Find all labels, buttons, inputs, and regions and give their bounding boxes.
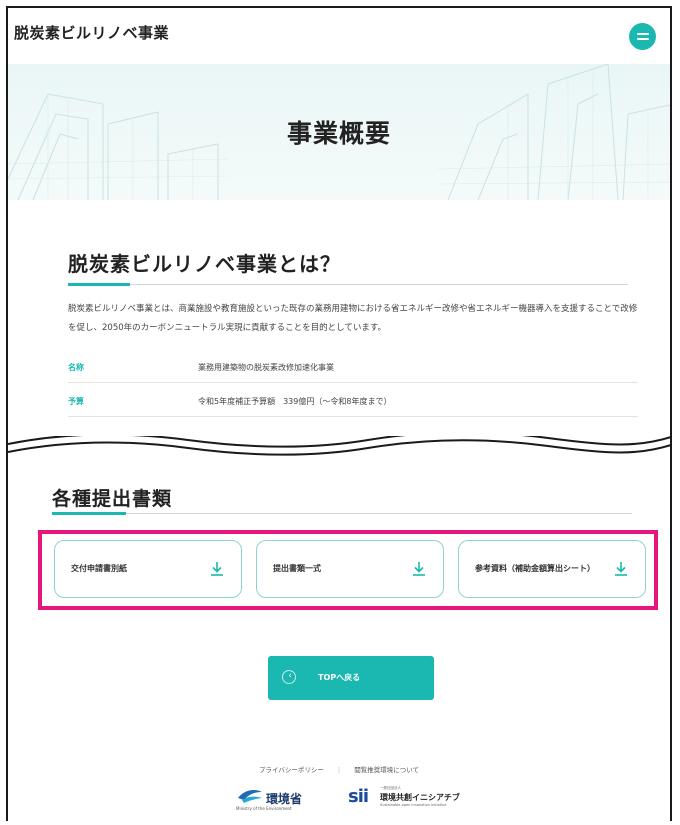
footer-logos: 環境省 Ministry of the Environment sii 一般社団… bbox=[8, 784, 670, 814]
heading-underline bbox=[68, 283, 628, 286]
download-button-reference[interactable]: 参考資料（補助金額算出シート） bbox=[458, 540, 646, 598]
footer-links: プライバシーポリシー | 閲覧推奨環境について bbox=[8, 764, 670, 774]
download-button-submission-set[interactable]: 提出書類一式 bbox=[256, 540, 444, 598]
info-label: 予算 bbox=[68, 397, 84, 406]
download-label: 交付申請書別紙 bbox=[71, 564, 127, 573]
hero-banner: 事業概要 bbox=[8, 64, 670, 200]
about-description: 脱炭素ビルリノベ事業とは、商業施設や教育施設といった既存の業務用建物における省エ… bbox=[68, 304, 638, 333]
download-icon bbox=[211, 562, 223, 576]
back-to-top-button[interactable]: ‹ TOPへ戻る bbox=[268, 656, 434, 700]
sii-name-en: Sustainable open Innovation Initiative bbox=[380, 803, 447, 807]
sii-mark: sii bbox=[348, 786, 369, 807]
arrow-left-icon: ‹ bbox=[288, 671, 292, 681]
ministry-name: 環境省 bbox=[266, 792, 303, 806]
hamburger-icon-line bbox=[636, 38, 649, 40]
browser-environment-link[interactable]: 閲覧推奨環境について bbox=[354, 766, 419, 774]
download-icon bbox=[615, 562, 627, 576]
menu-button[interactable] bbox=[629, 23, 656, 50]
info-row-name: 名称 業務用建築物の脱炭素改修加速化事業 bbox=[68, 352, 638, 383]
ministry-environment-logo[interactable]: 環境省 Ministry of the Environment bbox=[236, 784, 326, 814]
info-value: 令和5年度補正予算額 339億円（～令和8年度まで） bbox=[198, 397, 392, 406]
sii-logo[interactable]: sii 一般社団法人 環境共創イニシアチブ Sustainable open I… bbox=[348, 786, 478, 812]
underline-accent bbox=[52, 512, 126, 515]
footer-separator: | bbox=[337, 766, 341, 774]
info-row-budget: 予算 令和5年度補正予算額 339億円（～令和8年度まで） bbox=[68, 386, 638, 417]
privacy-policy-link[interactable]: プライバシーポリシー bbox=[259, 766, 324, 774]
back-to-top-label: TOPへ戻る bbox=[318, 673, 361, 682]
heading-underline bbox=[52, 512, 632, 515]
hamburger-icon-line bbox=[636, 33, 649, 35]
documents-section: 各種提出書類 交付申請書別紙 提出書類一式 参考資料（補助金額算出シート） ‹ … bbox=[8, 466, 670, 821]
page-break-wave bbox=[8, 436, 670, 466]
info-label: 名称 bbox=[68, 363, 84, 372]
documents-heading: 各種提出書類 bbox=[52, 488, 173, 510]
underline-accent bbox=[68, 283, 130, 286]
download-icon bbox=[413, 562, 425, 576]
info-value: 業務用建築物の脱炭素改修加速化事業 bbox=[198, 363, 334, 372]
page-title: 事業概要 bbox=[286, 119, 391, 148]
site-title[interactable]: 脱炭素ビルリノベ事業 bbox=[14, 22, 169, 43]
download-label: 提出書類一式 bbox=[273, 564, 321, 573]
sii-name: 環境共創イニシアチブ bbox=[380, 793, 460, 802]
ministry-name-en: Ministry of the Environment bbox=[236, 806, 292, 811]
download-label: 参考資料（補助金額算出シート） bbox=[475, 564, 595, 573]
site-header: 脱炭素ビルリノベ事業 bbox=[8, 8, 670, 64]
browser-frame: 脱炭素ビルリノベ事業 事業概要 脱炭素ビルリノベ事業とは？ 脱炭素ビルリノベ事業… bbox=[6, 6, 672, 821]
about-heading: 脱炭素ビルリノベ事業とは？ bbox=[68, 252, 341, 276]
sii-org-type: 一般社団法人 bbox=[380, 786, 401, 790]
ministry-bird-icon bbox=[238, 790, 262, 803]
about-section: 脱炭素ビルリノベ事業とは？ 脱炭素ビルリノベ事業とは、商業施設や教育施設といった… bbox=[8, 200, 670, 445]
download-button-application-appendix[interactable]: 交付申請書別紙 bbox=[54, 540, 242, 598]
